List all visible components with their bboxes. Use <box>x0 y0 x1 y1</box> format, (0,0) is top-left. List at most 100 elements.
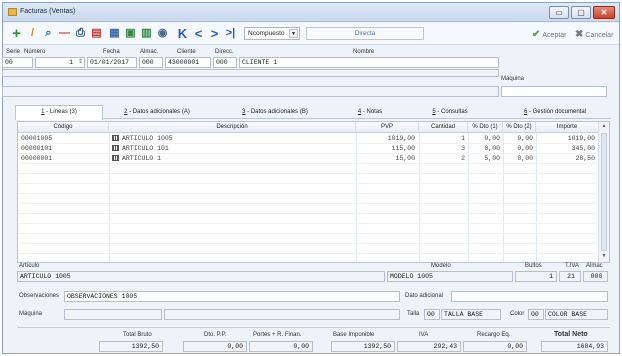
tab-gestion-documental[interactable]: 6 - Gestión documental <box>500 106 610 119</box>
cell-pvp: 115,00 <box>391 145 415 152</box>
modelo-label: Modelo <box>431 263 451 269</box>
recargo-label: Recargo Eq. <box>477 332 511 338</box>
row-divider <box>18 243 596 244</box>
scroll-down-icon[interactable]: ▼ <box>599 252 609 261</box>
tab-notas[interactable]: 4 - Notas <box>345 106 395 119</box>
cell-codigo: 00000101 <box>21 145 53 152</box>
numero-value: 1 <box>69 59 73 66</box>
web-icon[interactable]: ◉ <box>155 26 170 41</box>
col-header-dto2[interactable]: % Dto (2) <box>503 122 536 133</box>
maximize-button[interactable]: ▢ <box>571 6 591 19</box>
cell-dto1: 0,00 <box>484 135 500 142</box>
last-icon[interactable]: >| <box>223 26 238 41</box>
serie-label: Serie <box>6 49 21 55</box>
print-icon[interactable]: ⎙ <box>73 26 88 41</box>
almac-field[interactable]: 000 <box>139 57 163 68</box>
scrollbar-thumb[interactable] <box>601 133 607 251</box>
add-icon[interactable]: + <box>9 26 24 41</box>
next-icon[interactable]: > <box>207 26 222 41</box>
numero-spinner-icon[interactable]: ⇕ <box>78 58 83 65</box>
portes-label: Portes + R. Finan. <box>253 332 302 338</box>
tab-strip: 1 - Líneas (3) 2 - Datos adicionales (A)… <box>15 105 611 120</box>
cancel-label: Cancelar <box>585 32 614 39</box>
serie-field[interactable]: 00 <box>2 57 33 68</box>
minimize-button[interactable]: ▭ <box>549 6 569 19</box>
observaciones-field[interactable]: OBSERVACIONES 1005 <box>64 291 400 302</box>
image-icon[interactable] <box>112 155 119 161</box>
col-header-pvp[interactable]: PVP <box>356 122 419 133</box>
numbering-select[interactable]: Ncompuesto ▼ <box>244 27 300 40</box>
row-divider <box>18 183 596 184</box>
direcc-field[interactable]: 000 <box>213 57 237 68</box>
tab-lineas[interactable]: 1 - Líneas (3) <box>15 105 103 120</box>
cell-descripcion: ARTICULO 1005 <box>112 134 352 144</box>
portes-field: 0,00 <box>249 341 313 352</box>
tab-consultas[interactable]: 5 - Consultas <box>415 106 485 119</box>
cell-dto1: 0,00 <box>484 145 500 152</box>
numbering-select-value: Ncompuesto <box>248 30 285 37</box>
maquina-code-field[interactable] <box>64 309 162 320</box>
tab-consultas-label: - Consultas <box>435 109 468 115</box>
print-preview-icon[interactable]: ▤ <box>89 26 104 41</box>
cancel-button[interactable]: ✖ Cancelar <box>575 29 613 40</box>
col-header-descripcion[interactable]: Descripción <box>109 122 356 133</box>
bultos-field[interactable]: 1 <box>515 271 557 282</box>
cell-descripcion: ARTICULO 101 <box>112 144 352 154</box>
modelo-field[interactable]: MODELO 1005 <box>387 271 513 282</box>
scroll-up-icon[interactable]: ▲ <box>599 122 609 131</box>
nombre-field[interactable]: CLIENTE 1 <box>239 57 499 68</box>
bultos-label: Bultos <box>525 263 542 269</box>
delete-icon[interactable]: — <box>57 26 72 41</box>
iva-field: 292,43 <box>397 341 461 352</box>
numero-label: Número <box>24 49 46 55</box>
tab-datos-b-label: - Datos adicionales (B) <box>245 109 308 115</box>
invoice-window: Facturas (Ventas) ▭ ▢ ✕ + / ⌕ — ⎙ ▤ ▦ ▣ … <box>2 2 620 354</box>
accept-label: Aceptar <box>542 32 567 39</box>
close-button[interactable]: ✕ <box>593 6 615 19</box>
accept-button[interactable]: ✔ Aceptar <box>532 29 567 40</box>
color-name-field: COLOR BASE <box>545 309 608 320</box>
maquina-header-label: Máquina <box>501 76 525 82</box>
dato-adicional-field[interactable] <box>451 291 608 302</box>
row-divider <box>18 193 596 194</box>
col-header-dto1[interactable]: % Dto (1) <box>468 122 503 133</box>
export-alt-icon[interactable]: ▥ <box>139 26 154 41</box>
export-icon[interactable]: ▣ <box>123 26 138 41</box>
talla-label: Talla <box>407 311 420 317</box>
title-bar: Facturas (Ventas) ▭ ▢ ✕ <box>3 3 619 22</box>
col-header-importe[interactable]: Importe <box>536 122 599 133</box>
color-code-field[interactable]: 00 <box>528 309 544 320</box>
maquina-header-field[interactable] <box>501 86 607 97</box>
almac-detail-field[interactable]: 000 <box>583 271 608 282</box>
cliente-field[interactable]: 43000001 <box>165 57 211 68</box>
dto-pp-label: Dto. P.P. <box>204 332 227 338</box>
nombre-label: Nombre <box>353 49 375 55</box>
dato-adicional-label: Dato adicional <box>405 293 444 299</box>
table-icon[interactable]: ▦ <box>107 26 122 41</box>
articulo-field[interactable]: ARTICULO 1005 <box>17 271 385 282</box>
image-icon[interactable] <box>112 135 119 141</box>
search-icon[interactable]: ⌕ <box>41 26 56 41</box>
col-header-codigo[interactable]: Código <box>18 122 109 133</box>
first-icon[interactable]: K <box>175 26 190 41</box>
cell-dto1: 5,00 <box>484 155 500 162</box>
col-header-cantidad[interactable]: Cantidad <box>419 122 468 133</box>
total-neto-field: 1684,93 <box>541 341 608 352</box>
edit-icon[interactable]: / <box>25 26 40 41</box>
tab-datos-a[interactable]: 2 - Datos adicionales (A) <box>107 106 207 119</box>
prev-icon[interactable]: < <box>191 26 206 41</box>
vertical-scrollbar[interactable]: ▲ ▼ <box>598 122 609 262</box>
total-neto-label: Total Neto <box>554 331 588 338</box>
image-icon[interactable] <box>112 145 119 151</box>
cliente-label: Cliente <box>177 49 196 55</box>
row-divider <box>18 223 596 224</box>
cell-cantidad: 1 <box>461 135 465 142</box>
cell-descripcion-text: ARTICULO 101 <box>122 145 169 152</box>
cell-pvp: 15,00 <box>395 155 415 162</box>
talla-code-field[interactable]: 00 <box>424 309 440 320</box>
tiva-field[interactable]: 21 <box>559 271 581 282</box>
mode-indicator: Directa <box>306 27 424 40</box>
fecha-field[interactable]: 01/01/2017 <box>87 57 137 68</box>
recargo-field: 0,00 <box>463 341 527 352</box>
tab-datos-b[interactable]: 3 - Datos adicionales (B) <box>225 106 325 119</box>
